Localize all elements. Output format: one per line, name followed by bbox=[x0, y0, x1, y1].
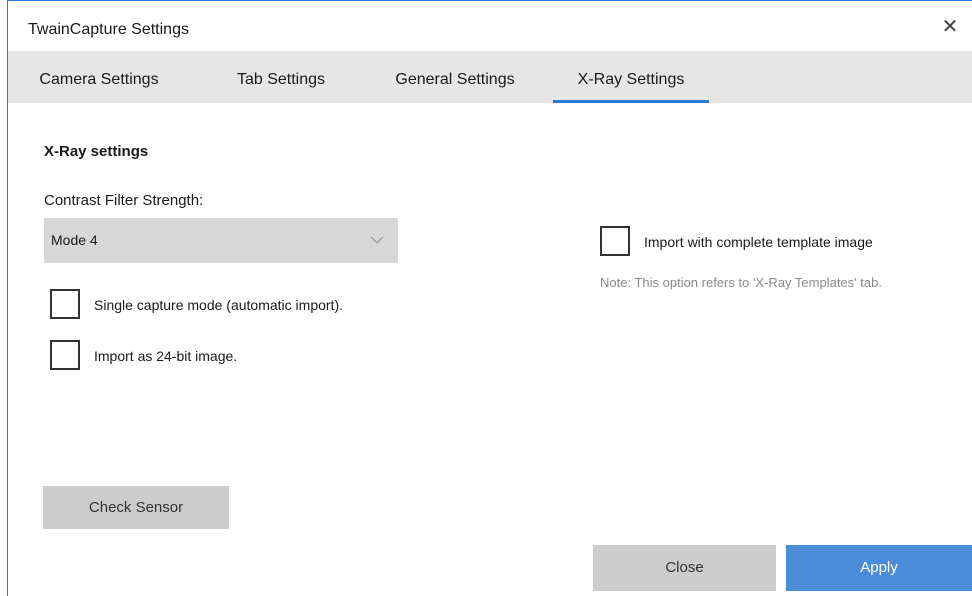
close-button[interactable]: Close bbox=[593, 545, 776, 591]
chevron-down-icon bbox=[370, 236, 384, 244]
template-note: Note: This option refers to 'X-Ray Templ… bbox=[600, 275, 882, 290]
import-template-checkbox[interactable] bbox=[600, 226, 630, 256]
single-capture-option[interactable]: Single capture mode (automatic import). bbox=[50, 289, 410, 321]
single-capture-checkbox[interactable] bbox=[50, 289, 80, 319]
close-icon[interactable]: ✕ bbox=[936, 13, 964, 41]
contrast-filter-label: Contrast Filter Strength: bbox=[44, 192, 204, 209]
import-24bit-checkbox[interactable] bbox=[50, 340, 80, 370]
tab-bar: Camera Settings Tab Settings General Set… bbox=[8, 51, 972, 103]
tab-tab-settings[interactable]: Tab Settings bbox=[214, 51, 348, 103]
check-sensor-button[interactable]: Check Sensor bbox=[43, 486, 229, 529]
section-title: X-Ray settings bbox=[44, 143, 149, 160]
apply-button[interactable]: Apply bbox=[786, 545, 972, 591]
contrast-filter-dropdown[interactable]: Mode 4 bbox=[44, 218, 398, 263]
import-template-option[interactable]: Import with complete template image bbox=[600, 226, 930, 258]
tab-camera-settings[interactable]: Camera Settings bbox=[19, 51, 179, 103]
title-bar: TwainCapture Settings ✕ bbox=[8, 1, 972, 51]
import-template-label: Import with complete template image bbox=[644, 234, 873, 250]
settings-dialog: TwainCapture Settings ✕ Camera Settings … bbox=[0, 0, 972, 596]
import-24bit-option[interactable]: Import as 24-bit image. bbox=[50, 340, 290, 372]
single-capture-label: Single capture mode (automatic import). bbox=[94, 297, 343, 313]
window-title: TwainCapture Settings bbox=[28, 21, 189, 38]
tab-general-settings[interactable]: General Settings bbox=[373, 51, 537, 103]
contrast-filter-value: Mode 4 bbox=[51, 232, 98, 248]
import-24bit-label: Import as 24-bit image. bbox=[94, 348, 238, 364]
tab-xray-settings[interactable]: X-Ray Settings bbox=[553, 51, 709, 103]
